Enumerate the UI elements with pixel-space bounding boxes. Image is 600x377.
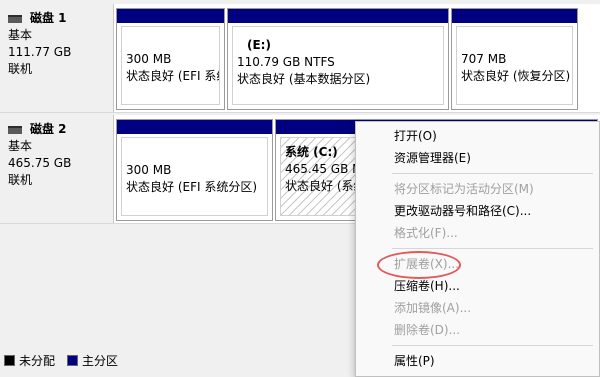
- menu-item-delete-volume: 删除卷(D)...: [394, 323, 461, 337]
- menu-item-extend-volume: 扩展卷(X)...: [394, 257, 460, 271]
- partition-title: (E:): [247, 38, 271, 52]
- partition-e[interactable]: (E:) 110.79 GB NTFS 状态良好 (基本数据分区): [227, 8, 449, 110]
- disk-status: 联机: [8, 173, 33, 187]
- primary-partition-bar: [228, 9, 448, 23]
- menu-separator: [392, 248, 593, 249]
- disk-info-1[interactable]: 磁盘 1 基本 111.77 GB 联机: [0, 4, 114, 112]
- disk-status: 联机: [8, 62, 33, 76]
- menu-item-explorer[interactable]: 资源管理器(E): [356, 147, 599, 169]
- primary-partition-bar: [452, 9, 577, 23]
- disk-size: 465.75 GB: [8, 156, 72, 170]
- context-menu: 打开(O) 资源管理器(E) 将分区标记为活动分区(M) 更改驱动器号和路径(C…: [355, 121, 600, 377]
- legend: 未分配 主分区: [4, 352, 124, 369]
- primary-partition-bar: [117, 120, 272, 134]
- legend-swatch: [67, 355, 79, 366]
- menu-item-add-mirror: 添加镜像(A)...: [394, 301, 472, 315]
- disk-type: 基本: [8, 139, 33, 153]
- primary-partition-bar: [117, 9, 224, 23]
- menu-item-properties[interactable]: 属性(P): [356, 350, 599, 372]
- legend-swatch: [4, 355, 15, 366]
- partition-efi[interactable]: 300 MB 状态良好 (EFI 系统: [116, 8, 225, 110]
- disk-info-2[interactable]: 磁盘 2 基本 465.75 GB 联机: [0, 115, 114, 223]
- menu-item-mark-active: 将分区标记为活动分区(M): [394, 182, 534, 196]
- partition-size: 707 MB: [461, 52, 507, 66]
- disk-row-1[interactable]: 磁盘 1 基本 111.77 GB 联机 300 MB 状态良好 (EFI 系统…: [0, 4, 600, 113]
- legend-label: 主分区: [82, 354, 119, 368]
- disk-management-view: 磁盘 1 基本 111.77 GB 联机 300 MB 状态良好 (EFI 系统…: [0, 0, 600, 377]
- partition-status: 状态良好 (EFI 系统: [126, 69, 220, 83]
- menu-separator: [392, 173, 593, 174]
- legend-item-primary: 主分区: [67, 352, 118, 369]
- partition-size: 300 MB: [126, 52, 172, 66]
- menu-item-shrink-volume[interactable]: 压缩卷(H)...: [356, 275, 599, 297]
- legend-label: 未分配: [19, 354, 56, 368]
- partition-size: 110.79 GB NTFS: [237, 55, 335, 69]
- disk-icon: [8, 14, 22, 23]
- partition-status: 状态良好 (恢复分区): [461, 69, 571, 83]
- menu-item-open[interactable]: 打开(O): [356, 125, 599, 147]
- partition-recovery[interactable]: 707 MB 状态良好 (恢复分区): [451, 8, 578, 110]
- menu-item-change-drive-letter[interactable]: 更改驱动器号和路径(C)...: [356, 200, 599, 222]
- partition-status: 状态良好 (EFI 系统分区): [126, 180, 258, 194]
- legend-item-unallocated: 未分配: [4, 352, 55, 369]
- partition-efi[interactable]: 300 MB 状态良好 (EFI 系统分区): [116, 119, 273, 221]
- disk-name: 磁盘 2: [30, 122, 67, 136]
- disk-name: 磁盘 1: [30, 11, 67, 25]
- disk-type: 基本: [8, 28, 33, 42]
- menu-item-format: 格式化(F)...: [394, 226, 458, 240]
- partition-status: 状态良好 (基本数据分区): [237, 72, 371, 86]
- disk-size: 111.77 GB: [8, 45, 72, 59]
- partition-size: 300 MB: [126, 163, 172, 177]
- menu-separator: [392, 345, 593, 346]
- disk-icon: [8, 125, 22, 134]
